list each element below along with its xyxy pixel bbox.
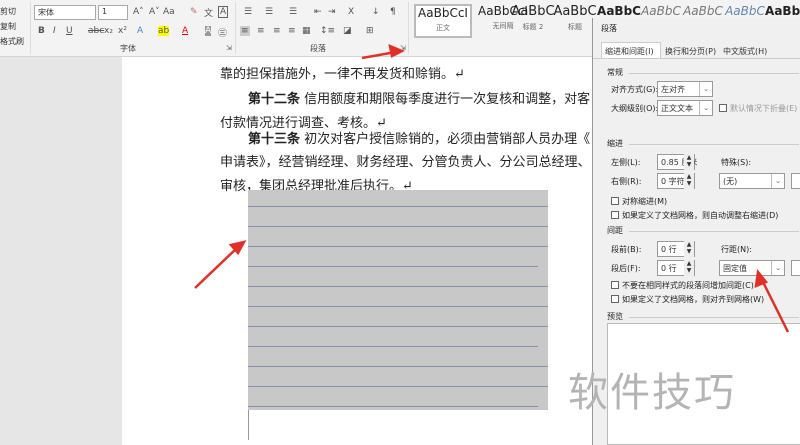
arrow-annotation (194, 246, 239, 289)
arrow-annotation (760, 279, 790, 333)
arrow-head (754, 268, 769, 288)
arrow-head (388, 43, 406, 58)
annotation-arrows (194, 43, 790, 333)
